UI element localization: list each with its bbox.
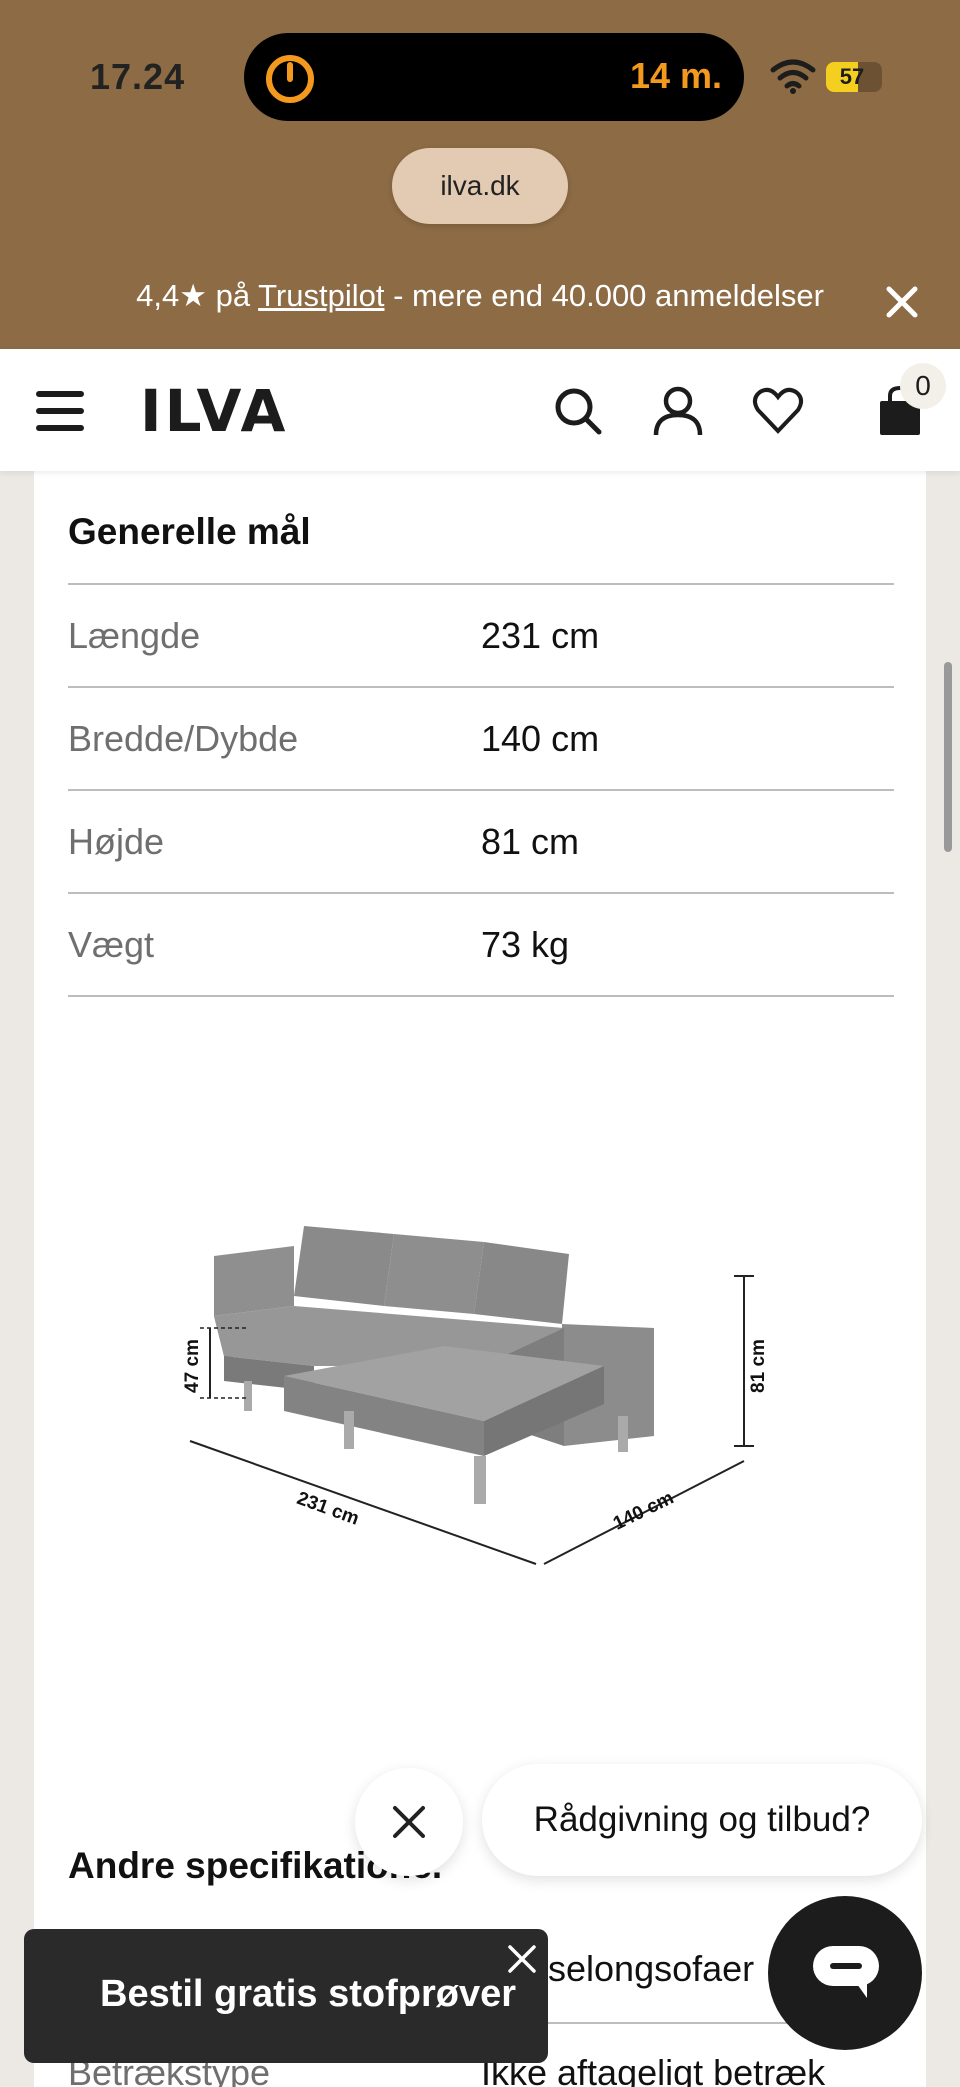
depth-label: 140 cm bbox=[610, 1487, 677, 1534]
battery-level: 57 bbox=[839, 64, 865, 89]
status-and-browser-bar: 17.24 14 m. 57 ilva.dk 4,4★ på Trustpilo… bbox=[0, 0, 960, 349]
rating-suffix: - mere end 40.000 anmeldelser bbox=[384, 278, 824, 313]
table-row: Højde 81 cm bbox=[68, 791, 894, 894]
chat-close-button[interactable] bbox=[355, 1768, 463, 1876]
seat-height-label: 47 cm bbox=[184, 1339, 203, 1393]
spec-label: Vægt bbox=[68, 924, 155, 965]
table-row: Bredde/Dybde 140 cm bbox=[68, 688, 894, 791]
chat-bubble-icon bbox=[813, 1946, 879, 1998]
timer-icon bbox=[266, 55, 314, 103]
rating-prefix: 4,4★ på bbox=[136, 278, 259, 313]
spec-label: Højde bbox=[68, 821, 165, 862]
wifi-icon bbox=[770, 59, 816, 94]
length-label: 231 cm bbox=[294, 1488, 362, 1530]
spec-value: 231 cm bbox=[481, 615, 600, 656]
url-bar[interactable]: ilva.dk bbox=[392, 148, 568, 224]
ilva-logo[interactable]: ILVA bbox=[140, 377, 288, 445]
table-row: Længde 231 cm bbox=[68, 585, 894, 688]
status-clock: 17.24 bbox=[90, 56, 186, 97]
battery-indicator: 57 bbox=[826, 62, 882, 92]
close-icon[interactable] bbox=[504, 1941, 540, 1977]
spec-label: Længde bbox=[68, 615, 201, 656]
fabric-samples-banner[interactable]: Bestil gratis stofprøver bbox=[24, 1929, 548, 2063]
account-icon[interactable] bbox=[652, 385, 704, 437]
trustpilot-banner: 4,4★ på Trustpilot - mere end 40.000 anm… bbox=[0, 278, 960, 314]
trustpilot-link[interactable]: Trustpilot bbox=[258, 278, 384, 313]
scrollbar[interactable] bbox=[944, 662, 952, 852]
cart-count-badge: 0 bbox=[900, 363, 946, 409]
chat-button[interactable] bbox=[768, 1896, 922, 2050]
search-icon[interactable] bbox=[552, 385, 604, 437]
site-header: ILVA 0 bbox=[0, 349, 960, 471]
dimensions-table: Længde 231 cm Bredde/Dybde 140 cm Højde … bbox=[68, 583, 894, 997]
spec-value: 81 cm bbox=[481, 821, 580, 862]
menu-icon[interactable] bbox=[36, 391, 84, 431]
close-icon bbox=[393, 1806, 425, 1838]
close-icon[interactable] bbox=[884, 284, 920, 320]
fabric-samples-label: Bestil gratis stofprøver bbox=[100, 1973, 516, 2015]
live-activity-time: 14 m. bbox=[629, 55, 722, 96]
table-row: Vægt 73 kg bbox=[68, 894, 894, 997]
chat-prompt-bubble[interactable]: Rådgivning og tilbud? bbox=[482, 1764, 922, 1876]
spec-label: Bredde/Dybde bbox=[68, 718, 299, 759]
spec-value: 73 kg bbox=[481, 924, 570, 965]
height-label: 81 cm bbox=[748, 1339, 769, 1393]
spec-value: 140 cm bbox=[481, 718, 600, 759]
dynamic-island[interactable]: 14 m. bbox=[244, 33, 744, 121]
heart-icon[interactable] bbox=[752, 385, 804, 437]
general-dimensions-title: Generelle mål bbox=[68, 511, 311, 552]
sofa-dimension-diagram: 81 cm 47 cm 231 cm 140 cm bbox=[184, 1226, 769, 1565]
spec-value: selongsofaer bbox=[548, 1948, 755, 1989]
